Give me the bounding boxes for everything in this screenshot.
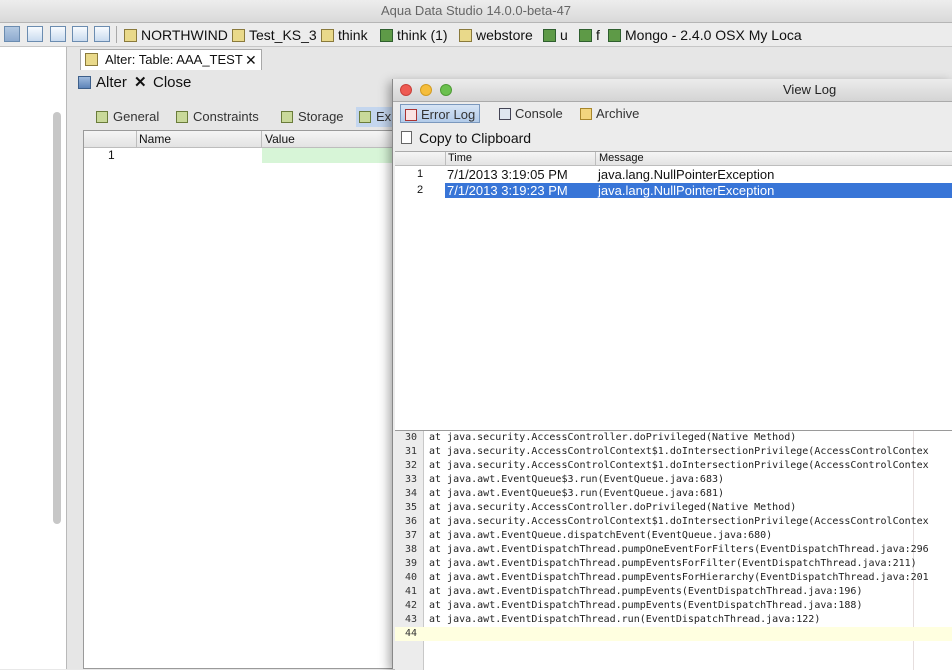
grid-header: Name Value xyxy=(84,131,394,148)
stack-line: 35 at java.security.AccessController.doPr… xyxy=(404,502,797,513)
app-title: Aqua Data Studio 14.0.0-beta-47 xyxy=(380,3,572,18)
stack-line: 37 at java.awt.EventQueue.dispatchEvent(E… xyxy=(404,530,773,541)
view-log-title: View Log xyxy=(783,82,837,97)
window-title-bar: Aqua Data Studio 14.0.0-beta-47 xyxy=(0,0,952,23)
stack-line: 38 at java.awt.EventDispatchThread.pumpOn… xyxy=(404,544,929,555)
storage-icon xyxy=(281,111,293,123)
message-cell: java.lang.NullPointerException xyxy=(598,167,775,182)
main-toolbar: NORTHWIND Test_KS_3 think think (1) webs… xyxy=(0,23,952,47)
tab-error-log[interactable]: Error Log xyxy=(400,104,481,123)
stack-line: 31 at java.security.AccessControlContext$… xyxy=(404,446,929,457)
connection-northwind[interactable]: NORTHWIND xyxy=(124,26,228,44)
column-divider xyxy=(261,131,262,147)
view-log-window: View Log Error Log Console Archive Copy … xyxy=(392,79,952,670)
vertical-scrollbar[interactable] xyxy=(53,112,61,524)
column-header-name[interactable]: Name xyxy=(139,131,171,147)
column-header-message[interactable]: Message xyxy=(599,152,644,165)
stack-line: 40 at java.awt.EventDispatchThread.pumpEv… xyxy=(404,572,929,583)
table-row[interactable]: 1 xyxy=(84,148,394,163)
tab-general[interactable]: General xyxy=(96,107,159,127)
error-log-table: Time Message 1 7/1/2013 3:19:05 PM java.… xyxy=(395,151,952,432)
log-table-header: Time Message xyxy=(395,152,952,166)
copy-to-clipboard-button[interactable]: Copy to Clipboard xyxy=(393,127,952,149)
connection-mongo[interactable]: Mongo - 2.4.0 OSX My Loca xyxy=(608,26,802,44)
connection-webstore[interactable]: webstore xyxy=(459,26,533,44)
column-divider xyxy=(136,131,137,147)
column-divider xyxy=(445,152,446,165)
stack-line: 42 at java.awt.EventDispatchThread.pumpEv… xyxy=(404,600,863,611)
connection-think[interactable]: think xyxy=(321,26,368,44)
close-button[interactable]: Close xyxy=(153,72,191,94)
extended-icon xyxy=(359,111,371,123)
tab-extended[interactable]: Ex xyxy=(356,107,395,127)
table-row[interactable]: 2 7/1/2013 3:19:23 PM java.lang.NullPoin… xyxy=(395,183,952,198)
save-icon xyxy=(78,76,91,89)
table-chart-icon[interactable] xyxy=(94,26,110,42)
close-tab-icon[interactable]: ✕ xyxy=(245,50,257,70)
database-icon xyxy=(232,29,245,42)
time-cell: 7/1/2013 3:19:23 PM xyxy=(445,183,597,198)
stack-line: 41 at java.awt.EventDispatchThread.pumpEv… xyxy=(404,586,863,597)
tab-alter-table[interactable]: Alter: Table: AAA_TEST ✕ xyxy=(80,49,262,70)
stack-line: 32 at java.security.AccessControlContext$… xyxy=(404,460,929,471)
table-list-icon[interactable] xyxy=(50,26,66,42)
server-icon xyxy=(543,29,556,42)
tab-console[interactable]: Console xyxy=(499,104,563,123)
console-icon xyxy=(499,108,511,120)
tab-archive[interactable]: Archive xyxy=(580,104,639,123)
stack-line: 39 at java.awt.EventDispatchThread.pumpEv… xyxy=(404,558,917,569)
close-icon: ✕ xyxy=(134,74,147,91)
table-split-icon[interactable] xyxy=(72,26,88,42)
tab-storage[interactable]: Storage xyxy=(281,107,344,127)
stack-line: 36 at java.security.AccessControlContext$… xyxy=(404,516,929,527)
zoom-window-button[interactable] xyxy=(440,84,452,96)
properties-grid: Name Value 1 xyxy=(83,130,394,669)
server-icon xyxy=(380,29,393,42)
name-cell[interactable] xyxy=(137,148,261,163)
row-number: 1 xyxy=(108,148,115,162)
error-log-icon xyxy=(405,109,417,121)
database-icon xyxy=(459,29,472,42)
folder-icon xyxy=(580,108,592,120)
constraints-icon xyxy=(176,111,188,123)
clipboard-icon xyxy=(401,131,412,144)
column-header-time[interactable]: Time xyxy=(448,152,472,165)
database-icon xyxy=(321,29,334,42)
table-grid-icon[interactable] xyxy=(4,26,20,42)
stack-line: 43 at java.awt.EventDispatchThread.run(Ev… xyxy=(404,614,821,625)
row-number: 2 xyxy=(416,184,424,196)
value-cell[interactable] xyxy=(262,148,394,163)
table-form-icon[interactable] xyxy=(27,26,43,42)
stack-trace-viewer[interactable]: 30 at java.security.AccessController.doPr… xyxy=(395,430,952,670)
row-number: 1 xyxy=(416,168,424,180)
connection-u[interactable]: u xyxy=(543,26,568,44)
database-icon xyxy=(124,29,137,42)
column-header-value[interactable]: Value xyxy=(265,131,295,147)
table-row[interactable]: 1 7/1/2013 3:19:05 PM java.lang.NullPoin… xyxy=(395,167,952,182)
minimize-window-button[interactable] xyxy=(420,84,432,96)
alter-button[interactable]: Alter xyxy=(96,72,127,94)
table-icon xyxy=(85,53,98,66)
stack-line: 30 at java.security.AccessController.doPr… xyxy=(404,432,797,443)
stack-line: 34 at java.awt.EventQueue$3.run(EventQueu… xyxy=(404,488,725,499)
connection-think-1[interactable]: think (1) xyxy=(380,26,448,44)
server-icon xyxy=(608,29,621,42)
toolbar-divider xyxy=(116,26,117,43)
server-icon xyxy=(579,29,592,42)
stack-line: 33 at java.awt.EventQueue$3.run(EventQueu… xyxy=(404,474,725,485)
connection-f[interactable]: f xyxy=(579,26,600,44)
view-log-title-bar: View Log xyxy=(393,79,952,102)
time-cell: 7/1/2013 3:19:05 PM xyxy=(447,167,568,182)
connection-test-ks-3[interactable]: Test_KS_3 xyxy=(232,26,317,44)
close-window-button[interactable] xyxy=(400,84,412,96)
general-icon xyxy=(96,111,108,123)
message-cell: java.lang.NullPointerException xyxy=(596,183,952,198)
column-divider xyxy=(595,152,596,165)
tab-constraints[interactable]: Constraints xyxy=(176,107,259,127)
stack-line-current: 44 xyxy=(395,627,952,641)
